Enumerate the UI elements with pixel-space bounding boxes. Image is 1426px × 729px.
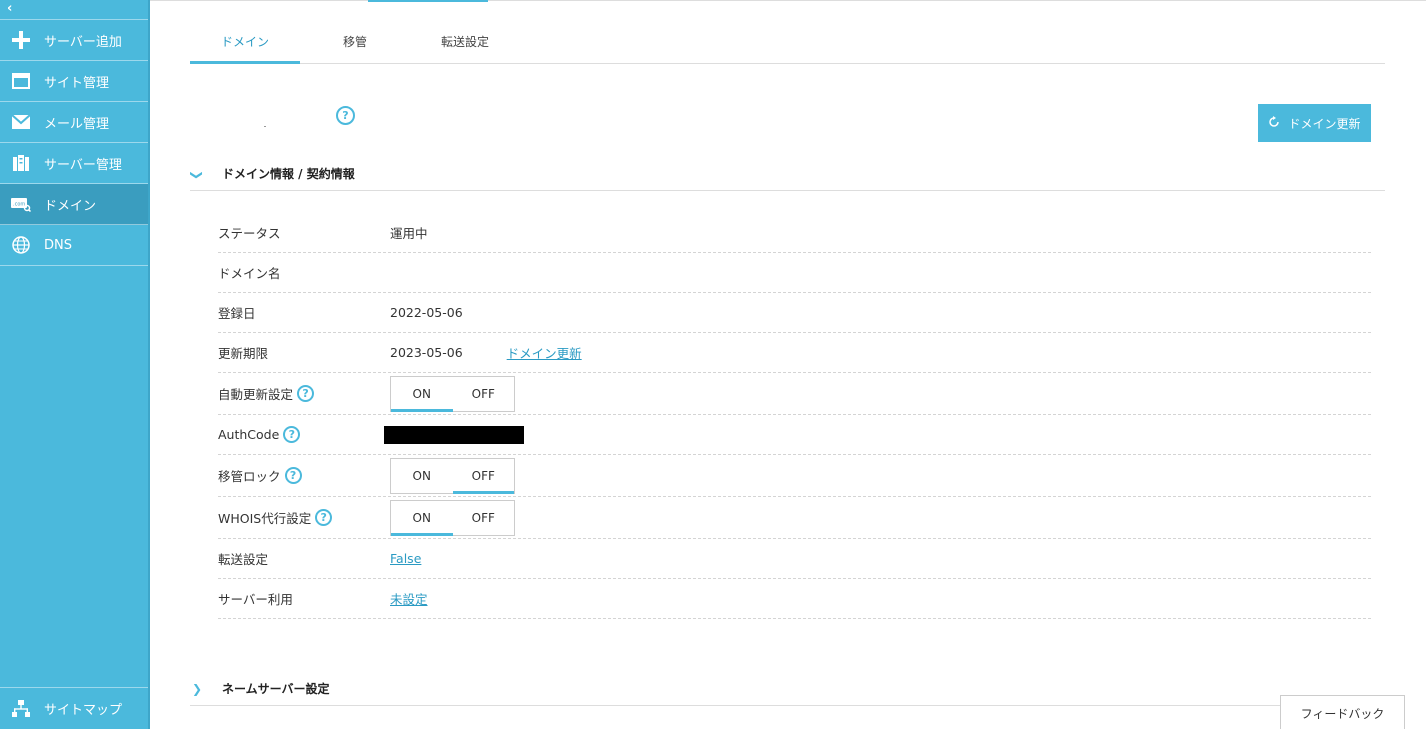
domain-title-dot <box>264 126 266 127</box>
row-server-use: サーバー利用 未設定 <box>218 579 1371 619</box>
chevron-down-icon: ❯ <box>190 169 204 180</box>
app: ‹ サーバー追加 サイト管理 メール管理 サーバー管理 .com ドメイン DN… <box>0 0 1426 729</box>
domain-info-table: ステータス 運用中 ドメイン名 登録日 2022-05-06 更新期限 2023… <box>218 213 1371 619</box>
sidebar-item-domain[interactable]: .com ドメイン <box>0 184 150 225</box>
help-icon[interactable]: ? <box>283 426 301 443</box>
expiry-date-value: 2023-05-06 ドメイン更新 <box>390 343 582 362</box>
auto-renew-on-option[interactable]: ON <box>391 377 453 412</box>
help-icon[interactable]: ? <box>315 509 333 526</box>
envelope-icon <box>11 112 31 132</box>
row-label: 転送設定 <box>218 552 269 567</box>
sidebar: ‹ サーバー追加 サイト管理 メール管理 サーバー管理 .com ドメイン DN… <box>0 0 150 729</box>
help-icon[interactable]: ? <box>284 467 302 484</box>
server-use-value: 未設定 <box>390 589 428 608</box>
row-label: ステータス <box>218 226 281 241</box>
sidebar-item-label: ドメイン <box>44 198 97 214</box>
registered-date-value: 2022-05-06 <box>390 305 463 320</box>
top-divider <box>150 0 1426 1</box>
sidebar-item-server-management[interactable]: サーバー管理 <box>0 143 150 184</box>
row-label: 登録日 <box>218 306 256 321</box>
feedback-button[interactable]: フィードバック <box>1280 695 1405 729</box>
top-accent-bar <box>368 0 488 2</box>
row-label: WHOIS代行設定 ? <box>218 508 390 527</box>
section-title: ネームサーバー設定 <box>222 682 330 696</box>
authcode-value <box>384 425 524 444</box>
auto-renew-off-option[interactable]: OFF <box>453 377 515 411</box>
svg-text:.com: .com <box>13 202 25 208</box>
domain-renew-button[interactable]: ドメイン更新 <box>1258 104 1371 142</box>
expiry-date-text: 2023-05-06 <box>390 345 463 360</box>
section-domain-info-header[interactable]: ❯ ドメイン情報 / 契約情報 <box>190 157 1385 191</box>
sidebar-item-label: サイトマップ <box>44 703 123 718</box>
refresh-icon <box>1268 115 1280 131</box>
domain-renew-button-label: ドメイン更新 <box>1288 116 1361 131</box>
row-domain-name: ドメイン名 <box>218 253 1371 293</box>
row-label: 更新期限 <box>218 346 269 361</box>
auto-renew-toggle: ON OFF <box>390 375 515 412</box>
sidebar-item-label: サーバー追加 <box>44 34 122 50</box>
whois-toggle: ON OFF <box>390 499 515 536</box>
auto-renew-label: 自動更新設定 <box>218 387 294 402</box>
transfer-lock-label: 移管ロック <box>218 469 281 484</box>
chevron-left-icon: ‹ <box>7 1 13 16</box>
domain-icon: .com <box>11 194 31 214</box>
help-icon[interactable]: ? <box>336 106 355 125</box>
renew-link[interactable]: ドメイン更新 <box>507 343 582 362</box>
row-label: ドメイン名 <box>218 266 281 281</box>
row-label: AuthCode ? <box>218 426 390 443</box>
globe-icon <box>11 235 31 255</box>
forwarding-link[interactable]: False <box>390 551 421 566</box>
row-label: サーバー利用 <box>218 592 293 607</box>
sidebar-item-label: DNS <box>44 237 72 253</box>
tab-bar: ドメイン 移管 転送設定 <box>190 22 1385 64</box>
auto-renew-toggle-wrap: ON OFF <box>390 375 515 412</box>
transfer-lock-toggle-wrap: ON OFF <box>390 457 515 494</box>
transfer-lock-off-option[interactable]: OFF <box>452 459 515 494</box>
whois-toggle-wrap: ON OFF <box>390 499 515 536</box>
authcode-label: AuthCode <box>218 427 280 442</box>
section-nameserver-header[interactable]: ❯ ネームサーバー設定 <box>190 672 1385 706</box>
whois-off-option[interactable]: OFF <box>453 501 515 535</box>
sitemap-icon <box>11 699 31 719</box>
sidebar-item-sitemap[interactable]: サイトマップ <box>0 687 150 729</box>
section-title: ドメイン情報 / 契約情報 <box>222 167 355 181</box>
sidebar-item-label: メール管理 <box>44 116 110 132</box>
row-status: ステータス 運用中 <box>218 213 1371 253</box>
sidebar-item-mail-management[interactable]: メール管理 <box>0 102 150 143</box>
row-auto-renew: 自動更新設定 ? ON OFF <box>218 373 1371 415</box>
tab-forwarding[interactable]: 転送設定 <box>410 22 520 63</box>
status-value: 運用中 <box>390 226 428 241</box>
sidebar-item-add-server[interactable]: サーバー追加 <box>0 20 150 61</box>
sidebar-item-label: サーバー管理 <box>44 157 122 173</box>
server-icon <box>11 153 31 173</box>
tab-domain[interactable]: ドメイン <box>190 22 300 64</box>
sidebar-item-site-management[interactable]: サイト管理 <box>0 61 150 102</box>
plus-icon <box>11 30 31 50</box>
row-registered-date: 登録日 2022-05-06 <box>218 293 1371 333</box>
transfer-lock-on-option[interactable]: ON <box>391 459 453 493</box>
row-forwarding: 転送設定 False <box>218 539 1371 579</box>
tab-transfer[interactable]: 移管 <box>300 22 410 63</box>
row-whois: WHOIS代行設定 ? ON OFF <box>218 497 1371 539</box>
whois-label: WHOIS代行設定 <box>218 511 312 526</box>
help-icon[interactable]: ? <box>297 385 315 402</box>
main-content: ドメイン 移管 転送設定 ? ドメイン更新 ❯ ドメイン情報 / 契約情報 ステ… <box>150 0 1426 729</box>
window-icon <box>11 71 31 91</box>
row-expiry-date: 更新期限 2023-05-06 ドメイン更新 <box>218 333 1371 373</box>
authcode-redacted-block <box>384 425 524 444</box>
row-label: 移管ロック ? <box>218 466 390 485</box>
row-authcode: AuthCode ? <box>218 415 1371 455</box>
row-transfer-lock: 移管ロック ? ON OFF <box>218 455 1371 497</box>
row-label: 自動更新設定 ? <box>218 384 390 403</box>
sidebar-collapse-button[interactable]: ‹ <box>0 0 150 20</box>
transfer-lock-toggle: ON OFF <box>390 457 515 494</box>
server-use-link[interactable]: 未設定 <box>390 589 428 608</box>
chevron-right-icon: ❯ <box>192 681 203 696</box>
whois-on-option[interactable]: ON <box>391 501 453 536</box>
sidebar-item-dns[interactable]: DNS <box>0 225 150 266</box>
forwarding-value: False <box>390 551 421 566</box>
sidebar-item-label: サイト管理 <box>44 75 110 91</box>
